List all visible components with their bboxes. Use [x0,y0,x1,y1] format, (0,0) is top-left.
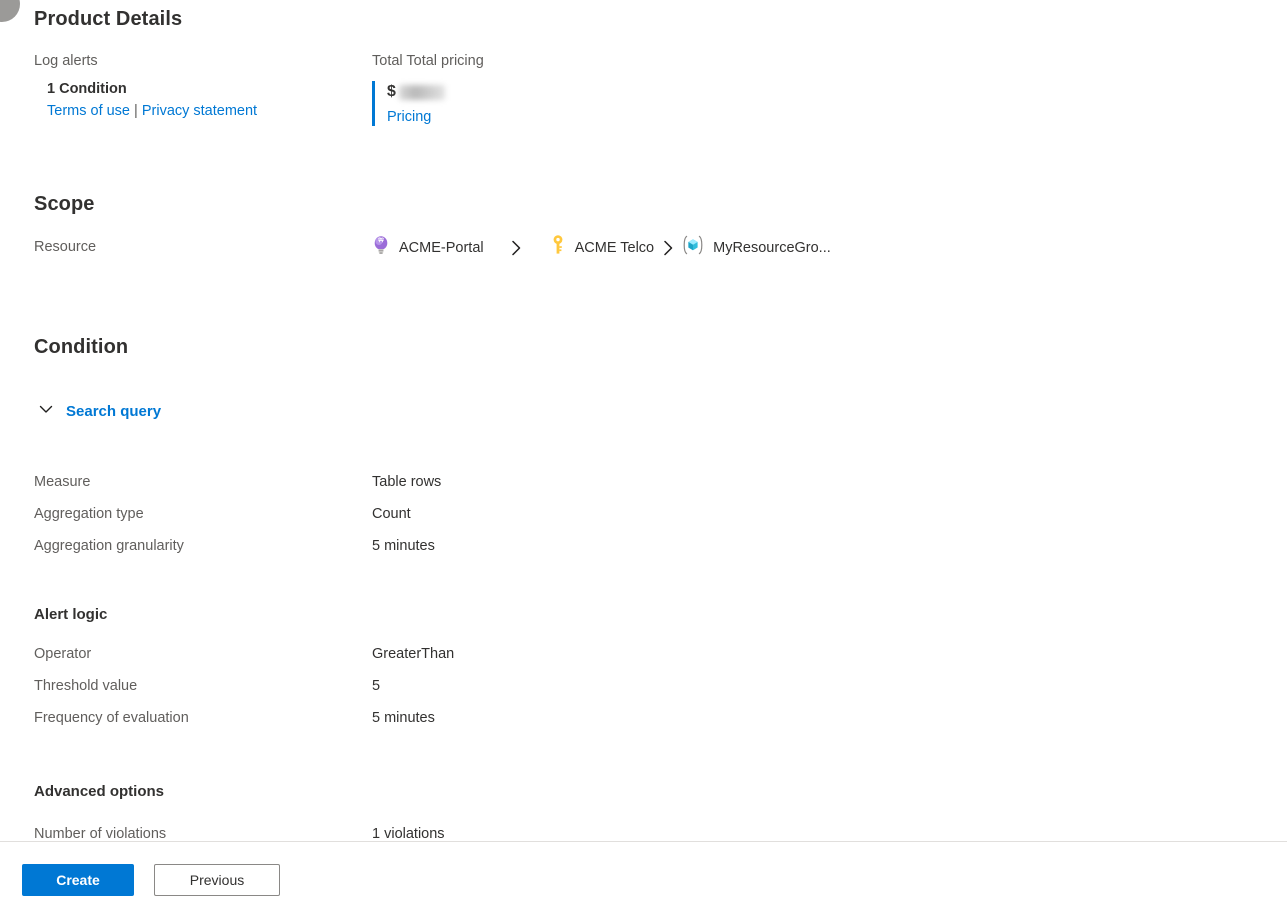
row-value: Table rows [372,474,442,490]
privacy-statement-link[interactable]: Privacy statement [142,103,257,119]
breadcrumb-item-subscription[interactable]: ACME-Portal [372,235,484,260]
links-separator: | [134,103,138,119]
row-key: Aggregation granularity [34,538,184,554]
condition-count-value: 1 Condition [47,81,127,97]
row-value: 5 minutes [372,710,435,726]
row-value: 1 violations [372,826,445,842]
previous-button[interactable]: Previous [154,864,280,896]
row-value: 5 minutes [372,538,435,554]
search-query-label: Search query [66,403,162,420]
row-key: Threshold value [34,678,138,694]
row-key: Aggregation type [34,506,144,522]
condition-heading: Condition [34,336,129,358]
scope-breadcrumb: ACME-Portal ACME Telco MyResourceGro... [372,234,831,261]
advanced-options-heading: Advanced options [34,783,165,800]
alert-logic-heading: Alert logic [34,606,108,623]
search-query-toggle[interactable]: Search query [38,401,161,422]
breadcrumb-label-workspace: ACME Telco [574,239,655,256]
table-row: Aggregation granularity 5 minutes [34,538,734,570]
alert-logic-table: Operator GreaterThan Threshold value 5 F… [34,646,734,742]
table-row: Aggregation type Count [34,506,734,538]
scope-heading: Scope [34,193,95,215]
price-value-redacted [398,84,445,100]
product-details-left-column: Log alerts 1 Condition Terms of use | Pr… [34,53,364,119]
total-pricing-label: Total Total pricing [372,53,484,69]
row-key: Measure [34,474,91,490]
row-value: 5 [372,678,381,694]
measure-details-table: Measure Table rows Aggregation type Coun… [34,474,734,570]
product-details-heading: Product Details [34,8,183,30]
chevron-down-icon [38,401,54,422]
total-pricing-body: $ Pricing [372,81,702,126]
terms-of-use-link[interactable]: Terms of use [47,103,130,119]
log-alerts-body: 1 Condition Terms of use | Privacy state… [34,81,364,119]
row-value: GreaterThan [372,646,455,662]
table-row: Number of violations 1 violations [34,826,734,842]
price-row: $ [387,81,702,103]
row-key: Operator [34,646,92,662]
footer-action-bar: Create Previous [0,842,1287,915]
chevron-right-icon-2 [654,240,682,256]
pricing-link[interactable]: Pricing [387,109,431,125]
row-key: Frequency of evaluation [34,710,189,726]
resource-label: Resource [34,239,97,255]
row-key: Number of violations [34,826,167,842]
row-value: Count [372,506,411,522]
currency-symbol: $ [387,83,396,100]
alert-rule-review-page: Product Details Log alerts 1 Condition T… [0,0,1287,915]
table-row: Measure Table rows [34,474,734,506]
lightbulb-icon [372,235,390,260]
review-content-scroll-area: Product Details Log alerts 1 Condition T… [0,0,1287,842]
table-row: Frequency of evaluation 5 minutes [34,710,734,742]
key-icon [550,234,566,261]
table-row: Operator GreaterThan [34,646,734,678]
resource-group-icon [682,234,704,261]
create-button[interactable]: Create [22,864,134,896]
breadcrumb-item-resource-group[interactable]: MyResourceGro... [682,234,831,261]
table-row: Threshold value 5 [34,678,734,710]
breadcrumb-label-resource-group: MyResourceGro... [713,239,831,256]
product-details-right-column: Total Total pricing $ Pricing [372,53,702,126]
log-alerts-label: Log alerts [34,53,98,69]
advanced-options-table: Number of violations 1 violations [34,826,734,842]
product-details-links: Terms of use | Privacy statement [47,103,364,119]
breadcrumb-label-subscription: ACME-Portal [399,239,484,256]
breadcrumb-item-workspace[interactable]: ACME Telco [550,234,655,261]
chevron-right-icon [484,240,550,256]
